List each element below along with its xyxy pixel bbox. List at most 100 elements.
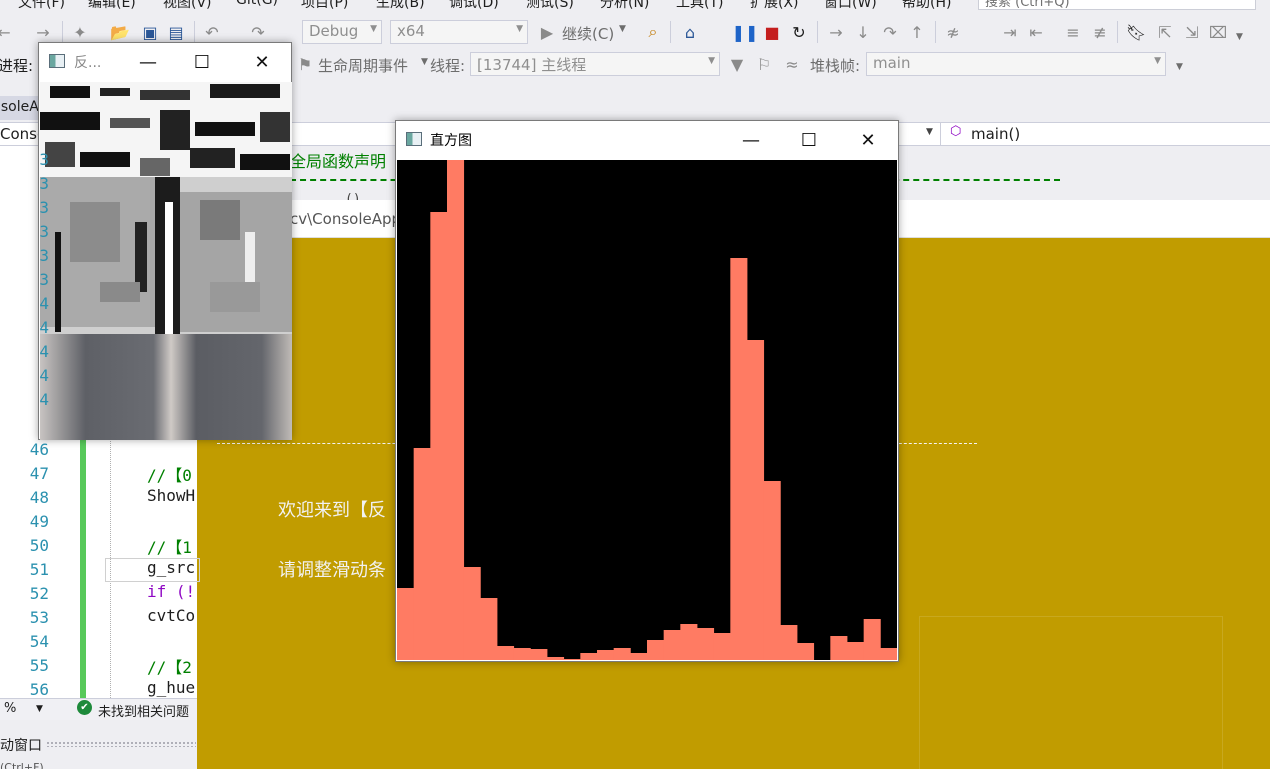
lifecycle-events-button[interactable]: 生命周期事件 xyxy=(318,55,408,76)
thread-label: 线程: xyxy=(430,57,466,75)
minimize-button[interactable]: — xyxy=(125,43,171,81)
show-next-statement-icon[interactable]: → xyxy=(826,22,846,42)
menu-item-8[interactable]: 分析(N) xyxy=(600,0,649,12)
thread-dropdown[interactable]: [13744] 主线程 ▼ xyxy=(470,52,720,76)
thread-value: [13744] 主线程 xyxy=(477,56,587,74)
platform-dropdown[interactable]: x64 ▼ xyxy=(390,20,528,44)
menu-item-11[interactable]: 窗口(W) xyxy=(824,0,877,12)
menu-item-3[interactable]: Git(G) xyxy=(236,0,278,8)
menu-item-6[interactable]: 调试(D) xyxy=(449,0,499,12)
menu-item-4[interactable]: 项目(P) xyxy=(301,0,348,12)
menu-item-7[interactable]: 测试(S) xyxy=(526,0,574,12)
pause-icon[interactable]: ❚❚ xyxy=(732,22,759,42)
menu-item-9[interactable]: 工具(T) xyxy=(676,0,723,12)
browser-link-icon[interactable]: ⌂ xyxy=(680,22,700,42)
stackframe-value: main xyxy=(873,54,911,72)
chevron-down-icon[interactable]: ▼ xyxy=(619,24,626,34)
histogram-bar xyxy=(430,212,448,660)
prev-bookmark-icon[interactable]: ⇱ xyxy=(1155,22,1175,42)
indent-icon[interactable]: ⇥ xyxy=(1000,22,1020,42)
chevron-down-icon[interactable]: ▼ xyxy=(36,704,43,714)
line-number: 3 xyxy=(39,246,49,265)
menu-item-2[interactable]: 视图(V) xyxy=(163,0,212,12)
menu-item-10[interactable]: 扩展(X) xyxy=(750,0,799,12)
histogram-bar xyxy=(513,648,531,660)
stackframe-label: 堆栈帧: xyxy=(810,57,861,75)
stackframe-dropdown[interactable]: main ▼ xyxy=(866,52,1166,76)
clear-bookmarks-icon[interactable]: ⌧ xyxy=(1208,22,1228,42)
comment-icon[interactable]: ≡ xyxy=(1063,22,1083,42)
chevron-down-icon[interactable]: ▼ xyxy=(926,127,933,137)
next-bookmark-icon[interactable]: ⇲ xyxy=(1182,22,1202,42)
line-number: 54 xyxy=(29,632,49,651)
new-item-icon[interactable]: ✦ xyxy=(70,22,90,42)
histogram-window[interactable]: 直方图 — ☐ ✕ xyxy=(395,120,899,662)
app-icon xyxy=(49,54,65,68)
close-button[interactable]: ✕ xyxy=(239,43,285,81)
histogram-bar xyxy=(663,630,681,660)
backprojection-window[interactable]: 反... — ☐ ✕ xyxy=(38,42,292,440)
redo-icon[interactable]: ↷ xyxy=(248,22,268,42)
backprojection-image xyxy=(40,82,292,334)
toolbar-overflow-icon[interactable]: ▼ xyxy=(1236,32,1243,42)
hex-display-icon[interactable]: ≉ xyxy=(943,22,963,42)
step-out-icon[interactable]: ↑ xyxy=(907,22,927,42)
continue-button[interactable]: 继续(C) xyxy=(562,23,614,44)
chevron-down-icon[interactable]: ▼ xyxy=(421,57,428,67)
restart-icon[interactable]: ↻ xyxy=(789,22,809,42)
histogram-bar xyxy=(497,646,515,660)
line-number: 47 xyxy=(29,464,49,483)
show-threads-icon[interactable]: ≈ xyxy=(782,54,802,74)
close-button[interactable]: ✕ xyxy=(845,121,891,159)
panel-title[interactable]: 动窗口 xyxy=(0,735,42,755)
continue-icon[interactable]: ▶ xyxy=(537,22,557,42)
bookmark-icon[interactable]: 🔖︎ xyxy=(1126,22,1146,42)
save-all-icon[interactable]: ▤ xyxy=(166,22,186,42)
histogram-bar xyxy=(780,625,798,660)
line-number: 4 xyxy=(39,390,49,409)
function-cube-icon: ⬡ xyxy=(950,124,962,139)
code-line: g_hue xyxy=(147,678,196,697)
save-icon[interactable]: ▣ xyxy=(140,22,160,42)
menu-item-12[interactable]: 帮助(H) xyxy=(902,0,951,12)
menu-item-0[interactable]: 文件(F) xyxy=(18,0,65,12)
find-icon[interactable]: ⌕ xyxy=(643,22,663,42)
maximize-button[interactable]: ☐ xyxy=(179,43,225,81)
search-input[interactable]: 搜索 (Ctrl+Q) xyxy=(978,0,1256,10)
check-circle-icon: ✔ xyxy=(77,700,92,715)
menu-item-1[interactable]: 编辑(E) xyxy=(88,0,136,12)
panel-grip[interactable] xyxy=(46,741,196,747)
code-line: //【1 xyxy=(147,538,192,557)
line-number: 3 xyxy=(39,174,49,193)
console-line-2: 请调整滑动条 xyxy=(278,560,386,581)
line-number: 46 xyxy=(29,440,49,459)
configuration-dropdown[interactable]: Debug ▼ xyxy=(302,20,382,44)
histogram-bar xyxy=(763,481,781,660)
function-dropdown[interactable]: main() xyxy=(971,125,1020,143)
uncomment-icon[interactable]: ≢ xyxy=(1090,22,1110,42)
toolbar-overflow-icon[interactable]: ▼ xyxy=(1176,62,1183,72)
menu-item-5[interactable]: 生成(B) xyxy=(376,0,425,12)
histogram-bar xyxy=(413,448,431,660)
histogram-bar xyxy=(680,624,698,660)
flag-filter-icon[interactable]: ⚐ xyxy=(754,54,774,74)
forward-icon[interactable]: → xyxy=(33,22,53,42)
maximize-button[interactable]: ☐ xyxy=(786,121,832,159)
undo-icon[interactable]: ↶ xyxy=(202,22,222,42)
document-tab[interactable]: nsoleA xyxy=(0,96,40,120)
filter-icon[interactable]: ▼ xyxy=(727,54,747,74)
open-file-icon[interactable]: 📂 xyxy=(110,22,130,42)
step-into-icon[interactable]: ↓ xyxy=(853,22,873,42)
panel-hint: (Ctrl+F) xyxy=(0,761,44,769)
issues-status[interactable]: 未找到相关问题 xyxy=(98,701,189,720)
histogram-titlebar[interactable]: 直方图 — ☐ ✕ xyxy=(396,121,898,159)
backprojection-titlebar[interactable]: 反... — ☐ ✕ xyxy=(39,43,291,81)
back-icon[interactable]: ← xyxy=(0,22,14,42)
histogram-bar xyxy=(447,160,465,660)
step-over-icon[interactable]: ↷ xyxy=(880,22,900,42)
outdent-icon[interactable]: ⇤ xyxy=(1026,22,1046,42)
minimize-button[interactable]: — xyxy=(728,121,774,159)
histogram-bar xyxy=(613,648,631,660)
zoom-level-dropdown[interactable]: % xyxy=(4,701,16,716)
stop-icon[interactable]: ■ xyxy=(762,22,782,42)
